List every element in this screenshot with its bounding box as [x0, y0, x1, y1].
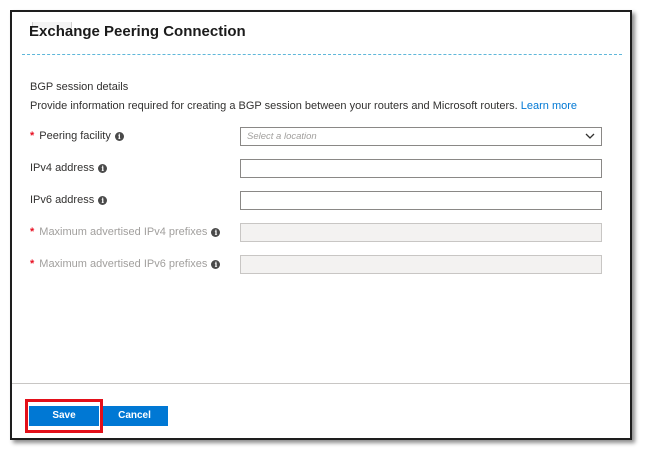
max-ipv4-prefixes-input	[240, 223, 602, 242]
field-label-text: Peering facility	[39, 130, 111, 142]
info-icon[interactable]: i	[98, 196, 108, 205]
chevron-down-icon	[585, 133, 595, 139]
footer-divider	[12, 383, 630, 384]
header-divider	[22, 54, 622, 55]
field-row-peering-facility: * Peering facility i Select a location	[30, 127, 610, 147]
required-marker: *	[30, 226, 35, 238]
learn-more-link[interactable]: Learn more	[521, 100, 577, 112]
peering-facility-select[interactable]: Select a location	[240, 127, 602, 146]
save-highlight-box	[25, 399, 103, 433]
field-row-max-ipv6-prefixes: * Maximum advertised IPv6 prefixes i	[30, 255, 610, 275]
info-icon[interactable]: i	[211, 260, 221, 269]
field-label: * Peering facility i	[30, 130, 124, 142]
ipv4-address-input[interactable]	[240, 159, 602, 178]
field-label: * Maximum advertised IPv4 prefixes i	[30, 226, 221, 238]
field-row-max-ipv4-prefixes: * Maximum advertised IPv4 prefixes i	[30, 223, 610, 243]
field-label-text: Maximum advertised IPv4 prefixes	[39, 226, 208, 238]
ipv6-address-input[interactable]	[240, 191, 602, 210]
field-label-text: Maximum advertised IPv6 prefixes	[39, 258, 208, 270]
field-label-text: IPv6 address	[30, 194, 95, 206]
info-icon[interactable]: i	[211, 228, 221, 237]
peering-panel: Exchange Peering Connection BGP session …	[10, 10, 632, 440]
panel-title: Exchange Peering Connection	[29, 23, 246, 40]
section-description-text: Provide information required for creatin…	[30, 100, 518, 112]
info-icon[interactable]: i	[114, 132, 124, 141]
max-ipv6-prefixes-input	[240, 255, 602, 274]
field-label: IPv6 address i	[30, 194, 108, 206]
field-row-ipv4-address: IPv4 address i	[30, 159, 610, 179]
required-marker: *	[30, 258, 35, 270]
field-row-ipv6-address: IPv6 address i	[30, 191, 610, 211]
field-label: IPv4 address i	[30, 162, 108, 174]
section-description: Provide information required for creatin…	[30, 100, 577, 112]
cancel-button[interactable]: Cancel	[101, 406, 168, 426]
select-placeholder: Select a location	[247, 131, 317, 142]
field-label: * Maximum advertised IPv6 prefixes i	[30, 258, 221, 270]
info-icon[interactable]: i	[98, 164, 108, 173]
section-title: BGP session details	[30, 81, 129, 93]
required-marker: *	[30, 130, 35, 142]
field-label-text: IPv4 address	[30, 162, 95, 174]
